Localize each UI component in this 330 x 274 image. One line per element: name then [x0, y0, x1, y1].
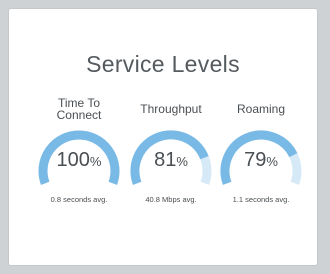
- gauge-value-unit: %: [89, 154, 102, 169]
- gauge-value: 100%: [35, 149, 123, 172]
- metric-time-to-connect: Time To Connect 100% 0.8 seconds avg.: [35, 95, 123, 245]
- gauge-value-unit: %: [266, 154, 278, 169]
- service-levels-card: Service Levels Time To Connect 100% 0.8 …: [8, 8, 318, 266]
- gauge-value: 81%: [127, 149, 215, 172]
- gauge-value-number: 81: [154, 149, 177, 171]
- gauge-value: 79%: [217, 149, 305, 172]
- metric-label-line1: Throughput: [140, 102, 202, 116]
- gauge-value-number: 79: [244, 149, 267, 171]
- metric-roaming: Roaming 79% 1.1 seconds avg.: [217, 95, 305, 245]
- card-title: Service Levels: [86, 51, 240, 77]
- metric-label-line1: Roaming: [236, 102, 286, 116]
- metric-label-line2: Connect: [56, 108, 102, 122]
- gauge-value-unit: %: [176, 154, 188, 169]
- metric-subtext: 1.1 seconds avg.: [232, 195, 290, 204]
- metric-throughput: Throughput 81% 40.8 Mbps avg.: [127, 95, 215, 245]
- gauge-value-number: 100: [56, 149, 90, 171]
